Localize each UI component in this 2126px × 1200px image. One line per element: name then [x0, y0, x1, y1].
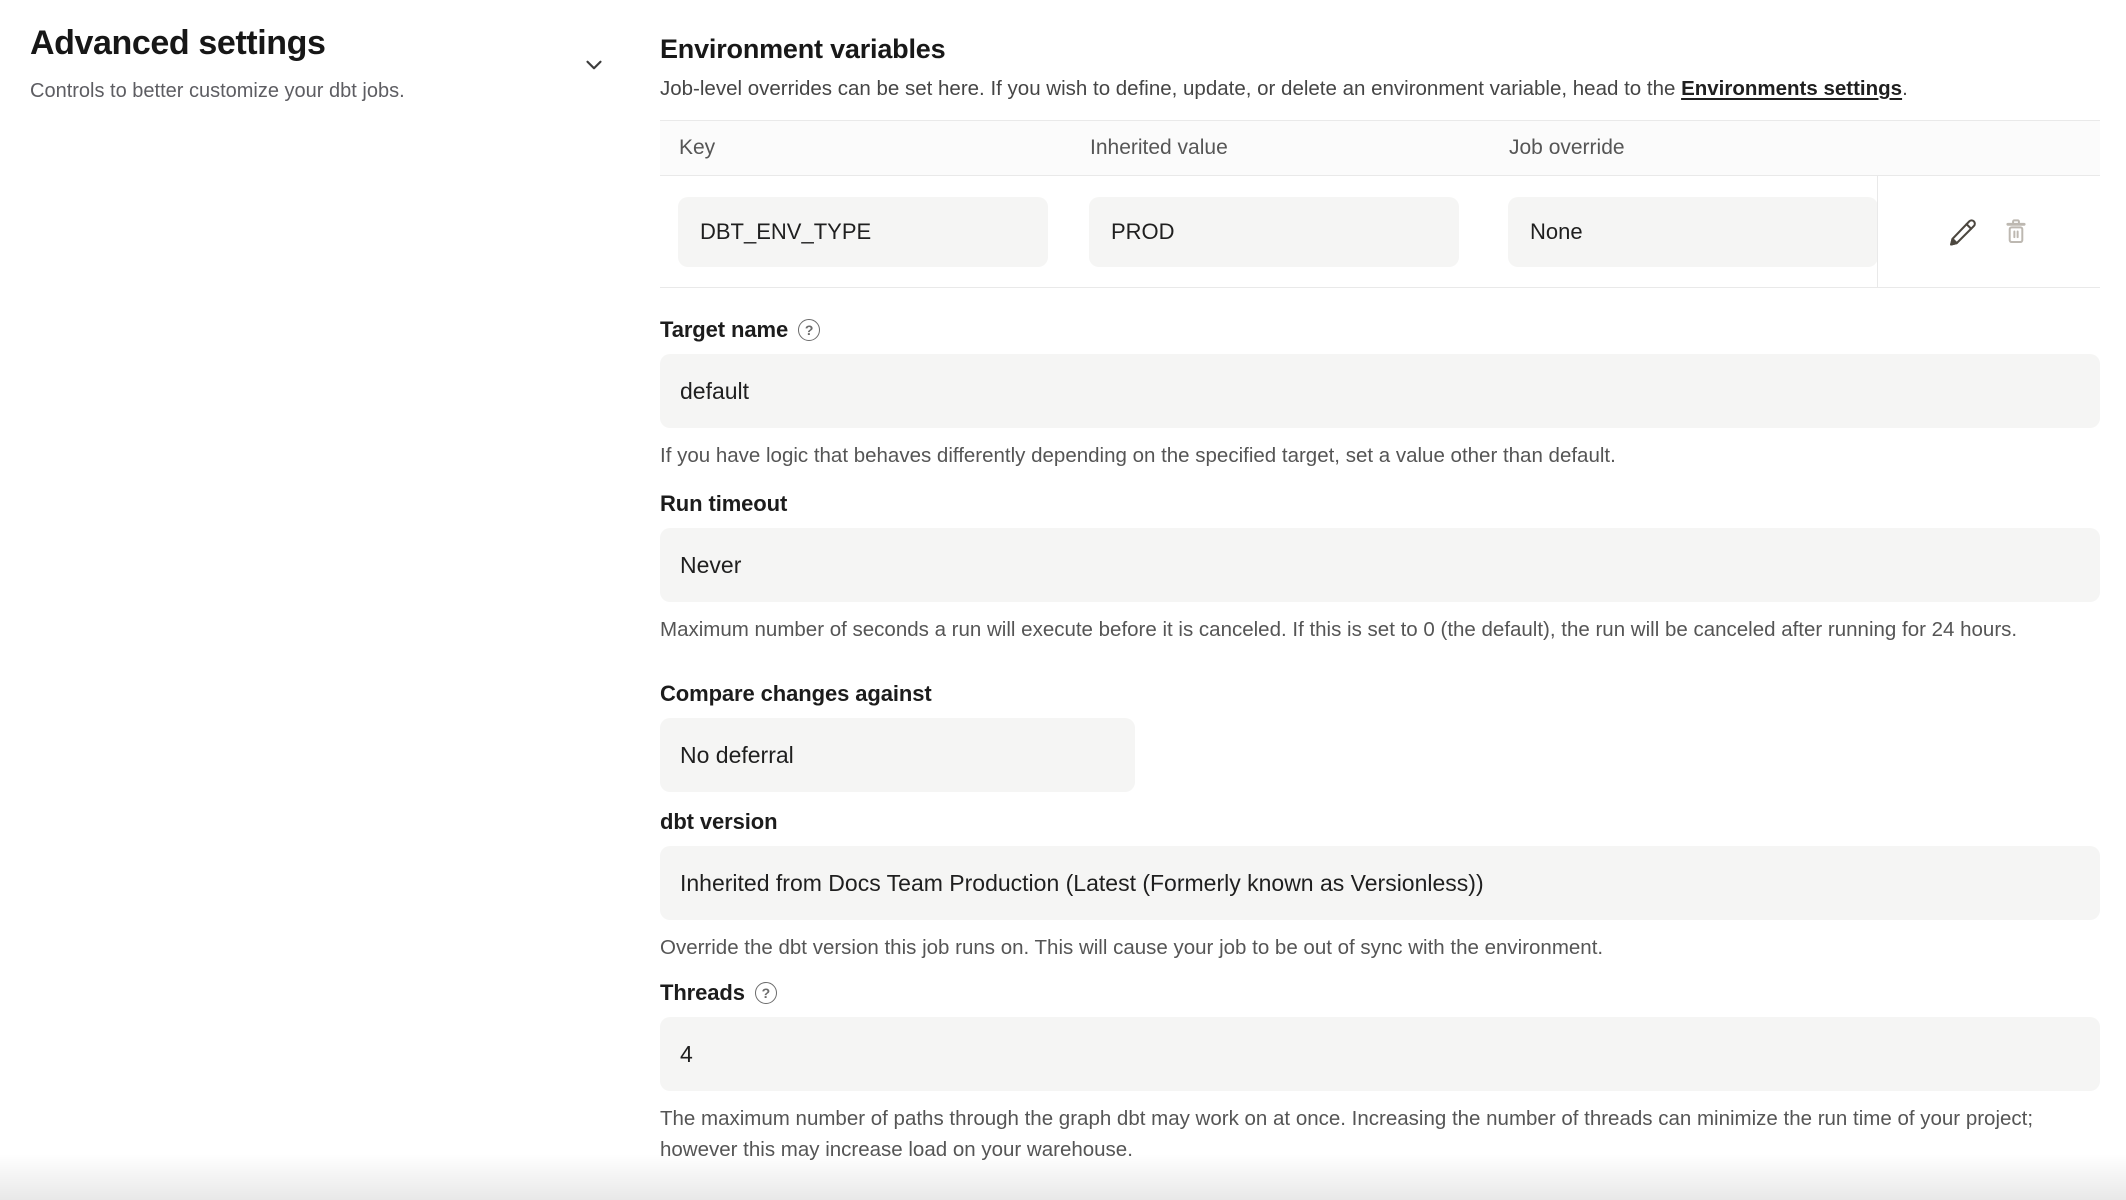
collapse-section-button[interactable] — [577, 48, 611, 82]
env-vars-table-header: Key Inherited value Job override — [660, 120, 2100, 176]
run-timeout-help-text: Maximum number of seconds a run will exe… — [660, 614, 2100, 645]
run-timeout-input[interactable]: Never — [660, 528, 2100, 602]
page-subtitle: Controls to better customize your dbt jo… — [30, 78, 660, 104]
description-period: . — [1902, 77, 1908, 100]
threads-input[interactable]: 4 — [660, 1017, 2100, 1091]
run-timeout-label-row: Run timeout — [660, 490, 2100, 518]
env-var-override-cell: None — [1490, 197, 1877, 267]
dbt-version-label: dbt version — [660, 809, 777, 835]
column-header-actions — [1877, 121, 2100, 175]
field-threads: Threads ? 4 The maximum number of paths … — [660, 979, 2100, 1165]
compare-changes-label-row: Compare changes against — [660, 680, 2100, 708]
threads-help-text: The maximum number of paths through the … — [660, 1103, 2100, 1165]
run-timeout-label: Run timeout — [660, 491, 787, 517]
env-var-job-override-field: None — [1508, 197, 1878, 267]
dbt-version-label-row: dbt version — [660, 808, 2100, 836]
column-header-key: Key — [660, 136, 1071, 160]
help-icon[interactable]: ? — [798, 319, 820, 341]
column-header-inherited-value: Inherited value — [1071, 136, 1490, 160]
pencil-icon — [1948, 217, 1978, 247]
environments-settings-link[interactable]: Environments settings — [1681, 77, 1902, 100]
field-target-name: Target name ? default If you have logic … — [660, 316, 2100, 471]
field-dbt-version: dbt version Inherited from Docs Team Pro… — [660, 808, 2100, 963]
env-var-key-field: DBT_ENV_TYPE — [678, 197, 1048, 267]
env-var-row: DBT_ENV_TYPE PROD None — [660, 176, 2100, 288]
env-vars-description: Job-level overrides can be set here. If … — [660, 74, 2100, 104]
env-var-key-cell: DBT_ENV_TYPE — [660, 197, 1071, 267]
target-name-label-row: Target name ? — [660, 316, 2100, 344]
target-name-label: Target name — [660, 317, 788, 343]
trash-icon — [2002, 218, 2030, 246]
field-run-timeout: Run timeout Never Maximum number of seco… — [660, 490, 2100, 645]
edit-env-var-button[interactable] — [1948, 217, 1978, 247]
threads-label-row: Threads ? — [660, 979, 2100, 1007]
env-vars-table: Key Inherited value Job override DBT_ENV… — [660, 120, 2100, 288]
target-name-input[interactable]: default — [660, 354, 2100, 428]
chevron-down-icon — [581, 52, 607, 78]
description-text: Job-level overrides can be set here. If … — [660, 77, 1681, 100]
compare-changes-input[interactable]: No deferral — [660, 718, 1135, 792]
column-header-job-override: Job override — [1490, 136, 1877, 160]
env-var-inherited-value-field: PROD — [1089, 197, 1459, 267]
env-var-inherited-cell: PROD — [1071, 197, 1490, 267]
target-name-help-text: If you have logic that behaves different… — [660, 440, 2100, 471]
env-var-actions-cell — [1877, 176, 2100, 287]
settings-panel: Environment variables Job-level override… — [660, 0, 2100, 1200]
field-compare-changes-against: Compare changes against No deferral — [660, 680, 2100, 792]
compare-changes-label: Compare changes against — [660, 681, 932, 707]
delete-env-var-button[interactable] — [2002, 218, 2030, 246]
help-icon[interactable]: ? — [755, 982, 777, 1004]
dbt-version-help-text: Override the dbt version this job runs o… — [660, 932, 2100, 963]
threads-label: Threads — [660, 980, 745, 1006]
left-panel: Advanced settings Controls to better cus… — [30, 22, 660, 104]
env-vars-heading: Environment variables — [660, 32, 945, 66]
dbt-version-input[interactable]: Inherited from Docs Team Production (Lat… — [660, 846, 2100, 920]
page-title: Advanced settings — [30, 22, 660, 64]
